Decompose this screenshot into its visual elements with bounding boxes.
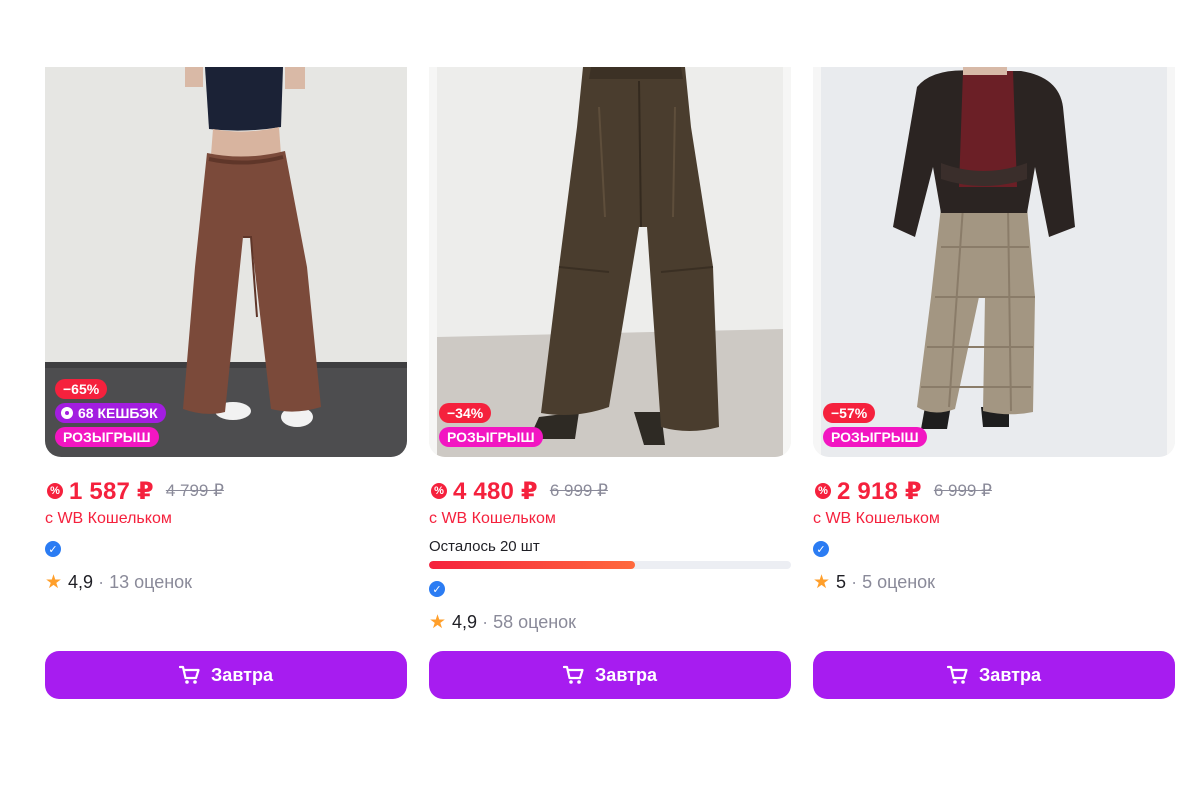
badge-stack: −57% РОЗЫГРЫШ bbox=[823, 403, 927, 447]
cashback-badge: 68 КЕШБЭК bbox=[55, 403, 166, 423]
rating-value: 4,9 bbox=[68, 571, 94, 592]
product-card[interactable]: −65% 68 КЕШБЭК РОЗЫГРЫШ % 1 587 ₽ 4 799 … bbox=[45, 67, 407, 699]
verified-check-icon: ✓ bbox=[45, 541, 61, 557]
discount-badge: −57% bbox=[823, 403, 876, 423]
badge-stack: −34% РОЗЫГРЫШ bbox=[439, 403, 543, 447]
button-label: Завтра bbox=[211, 664, 273, 685]
price-row: % 2 918 ₽ 6 999 ₽ bbox=[813, 477, 1175, 505]
wallet-discount-icon: % bbox=[815, 483, 831, 499]
current-price: 2 918 ₽ bbox=[837, 477, 922, 505]
rating-row[interactable]: ★ 4,9 · 58 оценок bbox=[429, 611, 791, 633]
raffle-badge: РОЗЫГРЫШ bbox=[823, 427, 927, 447]
price-row: % 1 587 ₽ 4 799 ₽ bbox=[45, 477, 407, 505]
reviews-count: 58 оценок bbox=[493, 611, 577, 632]
verified-check-icon: ✓ bbox=[813, 541, 829, 557]
raffle-badge: РОЗЫГРЫШ bbox=[55, 427, 159, 447]
reviews-count: 13 оценок bbox=[109, 571, 193, 592]
cart-icon bbox=[179, 665, 201, 685]
badge-stack: −65% 68 КЕШБЭК РОЗЫГРЫШ bbox=[55, 379, 166, 447]
discount-badge: −65% bbox=[55, 379, 108, 399]
cart-icon bbox=[947, 665, 969, 685]
wallet-label: с WB Кошельком bbox=[429, 510, 556, 527]
old-price: 6 999 ₽ bbox=[933, 481, 992, 500]
verified-check-icon: ✓ bbox=[429, 581, 445, 597]
product-image bbox=[813, 67, 1175, 457]
add-to-cart-button[interactable]: Завтра bbox=[813, 651, 1175, 699]
rating-separator: · bbox=[98, 571, 105, 592]
add-to-cart-button[interactable]: Завтра bbox=[45, 651, 407, 699]
wallet-discount-icon: % bbox=[431, 483, 447, 499]
stock-progress-bar bbox=[429, 561, 791, 569]
product-card[interactable]: −57% РОЗЫГРЫШ % 2 918 ₽ 6 999 ₽ с WB Кош… bbox=[813, 67, 1175, 699]
add-to-cart-button[interactable]: Завтра bbox=[429, 651, 791, 699]
brand-row[interactable]: ✓ bbox=[813, 539, 1175, 559]
rating-row[interactable]: ★ 5 · 5 оценок bbox=[813, 571, 1175, 593]
product-card[interactable]: −34% РОЗЫГРЫШ % 4 480 ₽ 6 999 ₽ с WB Кош… bbox=[429, 67, 791, 699]
wallet-label: с WB Кошельком bbox=[813, 510, 940, 527]
rating-separator: · bbox=[851, 571, 858, 592]
cashback-label: 68 КЕШБЭК bbox=[78, 405, 158, 421]
rating-row[interactable]: ★ 4,9 · 13 оценок bbox=[45, 571, 407, 593]
old-price: 4 799 ₽ bbox=[165, 481, 224, 500]
wallet-discount-icon: % bbox=[47, 483, 63, 499]
product-grid: −65% 68 КЕШБЭК РОЗЫГРЫШ % 1 587 ₽ 4 799 … bbox=[45, 67, 1175, 707]
price-row: % 4 480 ₽ 6 999 ₽ bbox=[429, 477, 791, 505]
wallet-label: с WB Кошельком bbox=[45, 510, 172, 527]
product-image bbox=[429, 67, 791, 457]
brand-row[interactable]: ✓ bbox=[429, 579, 791, 599]
raffle-badge: РОЗЫГРЫШ bbox=[439, 427, 543, 447]
product-photo[interactable]: −65% 68 КЕШБЭК РОЗЫГРЫШ bbox=[45, 67, 407, 457]
star-icon: ★ bbox=[429, 611, 447, 633]
old-price: 6 999 ₽ bbox=[549, 481, 608, 500]
discount-badge: −34% bbox=[439, 403, 492, 423]
brand-row[interactable]: ✓ bbox=[45, 539, 407, 559]
product-photo[interactable]: −34% РОЗЫГРЫШ bbox=[429, 67, 791, 457]
stock-label: Осталось 20 шт bbox=[429, 538, 540, 555]
rating-value: 5 bbox=[836, 571, 847, 592]
stock-progress-fill bbox=[429, 561, 636, 569]
current-price: 1 587 ₽ bbox=[69, 477, 154, 505]
cashback-icon bbox=[61, 407, 73, 419]
star-icon: ★ bbox=[813, 571, 831, 593]
button-label: Завтра bbox=[595, 664, 657, 685]
cart-icon bbox=[563, 665, 585, 685]
rating-separator: · bbox=[482, 611, 489, 632]
product-photo[interactable]: −57% РОЗЫГРЫШ bbox=[813, 67, 1175, 457]
star-icon: ★ bbox=[45, 571, 63, 593]
rating-value: 4,9 bbox=[452, 611, 478, 632]
current-price: 4 480 ₽ bbox=[453, 477, 538, 505]
reviews-count: 5 оценок bbox=[862, 571, 936, 592]
button-label: Завтра bbox=[979, 664, 1041, 685]
